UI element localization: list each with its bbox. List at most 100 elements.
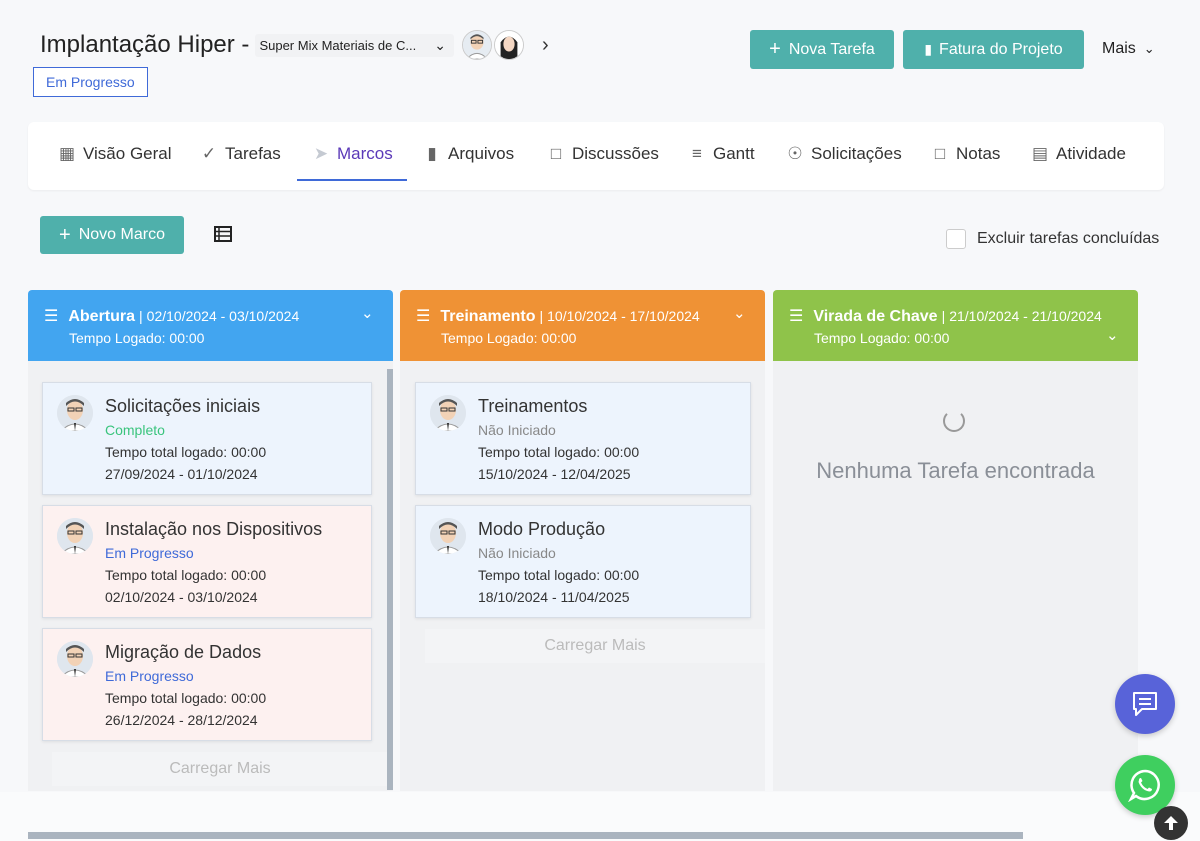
chat-icon: □ xyxy=(550,144,562,163)
task-dates: 15/10/2024 - 12/04/2025 xyxy=(478,466,631,482)
task-dates: 18/10/2024 - 11/04/2025 xyxy=(478,589,630,605)
assignee-avatar xyxy=(430,395,466,431)
project-title: Implantação Hiper - xyxy=(40,31,250,58)
arrow-up-icon xyxy=(1164,816,1178,830)
milestone-task-list: Solicitações iniciais Completo Tempo tot… xyxy=(28,361,393,791)
task-logged-time: Tempo total logado: 00:00 xyxy=(105,444,267,460)
chat-icon xyxy=(1133,692,1157,716)
assignee-avatar xyxy=(57,518,93,554)
chevron-down-icon[interactable]: ⌄ xyxy=(1106,326,1119,344)
chevron-down-icon: ⌄ xyxy=(434,36,446,53)
file-icon: ▮ xyxy=(924,41,933,57)
milestone-header[interactable]: ☰ Virada de Chave | 21/10/2024 - 21/10/2… xyxy=(773,290,1138,361)
milestone-name: Abertura xyxy=(68,308,136,325)
milestone-logged-time: Tempo Logado: 00:00 xyxy=(441,330,577,346)
task-dates: 02/10/2024 - 03/10/2024 xyxy=(105,589,258,605)
milestone-name: Treinamento xyxy=(440,308,536,325)
file-icon: ▮ xyxy=(427,144,437,163)
new-task-button[interactable]: + Nova Tarefa xyxy=(750,30,894,69)
loading-spinner-icon xyxy=(943,410,965,432)
task-title[interactable]: Treinamentos xyxy=(478,396,587,417)
member-avatar[interactable] xyxy=(461,30,492,60)
chevron-right-icon[interactable]: › xyxy=(542,34,549,57)
plus-icon: + xyxy=(59,223,71,246)
chevron-down-icon[interactable]: ⌄ xyxy=(733,304,746,322)
task-title[interactable]: Instalação nos Dispositivos xyxy=(105,519,322,540)
assignee-avatar xyxy=(57,641,93,677)
task-logged-time: Tempo total logado: 00:00 xyxy=(478,444,640,460)
exclude-completed-toggle[interactable]: Excluir tarefas concluídas xyxy=(946,229,1159,249)
drag-handle-icon[interactable]: ☰ xyxy=(44,306,58,326)
chevron-down-icon: ⌄ xyxy=(1143,41,1155,56)
gantt-icon: ≡ xyxy=(692,144,702,163)
milestone-dates: 10/10/2024 - 17/10/2024 xyxy=(547,308,700,324)
grid-icon: ▦ xyxy=(58,144,76,163)
active-tab-indicator xyxy=(297,179,407,181)
load-more-button[interactable]: Carregar Mais xyxy=(425,629,765,663)
task-status: Não Iniciado xyxy=(478,545,556,561)
whatsapp-icon xyxy=(1128,769,1160,802)
task-logged-time: Tempo total logado: 00:00 xyxy=(105,567,267,583)
project-tabs: ▦ Visão Geral ✓ Tarefas ➤ Marcos ▮ Arqui… xyxy=(28,122,1164,190)
scroll-to-top-button[interactable] xyxy=(1154,806,1188,840)
assignee-avatar xyxy=(430,518,466,554)
page: Implantação Hiper - Super Mix Materiais … xyxy=(0,0,1200,841)
drag-handle-icon[interactable]: ☰ xyxy=(789,306,803,326)
tab-milestones[interactable]: ➤ Marcos xyxy=(311,144,393,164)
lifebuoy-icon: ☉ xyxy=(787,144,803,163)
note-icon: □ xyxy=(934,144,946,163)
task-card[interactable]: Migração de Dados Em Progresso Tempo tot… xyxy=(42,628,372,741)
client-selector[interactable]: Super Mix Materiais de C... ⌄ xyxy=(255,33,454,57)
exclude-completed-checkbox[interactable] xyxy=(946,229,966,249)
tab-activity[interactable]: ▤ Atividade xyxy=(1030,144,1126,164)
tab-overview[interactable]: ▦ Visão Geral xyxy=(57,144,172,164)
project-header: Implantação Hiper - Super Mix Materiais … xyxy=(40,30,549,60)
tab-notes[interactable]: □ Notas xyxy=(930,144,1001,164)
assignee-avatar xyxy=(57,395,93,431)
document-icon: ▤ xyxy=(1031,144,1049,163)
chat-button[interactable] xyxy=(1115,674,1175,734)
drag-handle-icon[interactable]: ☰ xyxy=(416,306,430,326)
task-card[interactable]: Modo Produção Não Iniciado Tempo total l… xyxy=(415,505,751,618)
task-title[interactable]: Solicitações iniciais xyxy=(105,396,260,417)
task-status: Não Iniciado xyxy=(478,422,556,438)
plus-icon: + xyxy=(769,38,781,60)
task-title[interactable]: Migração de Dados xyxy=(105,642,261,663)
horizontal-scrollbar[interactable] xyxy=(28,832,1023,839)
list-view-icon[interactable] xyxy=(214,226,232,242)
tab-files[interactable]: ▮ Arquivos xyxy=(422,144,514,164)
task-card[interactable]: Solicitações iniciais Completo Tempo tot… xyxy=(42,382,372,495)
milestone-logged-time: Tempo Logado: 00:00 xyxy=(69,330,205,346)
tab-tasks[interactable]: ✓ Tarefas xyxy=(199,144,281,164)
task-logged-time: Tempo total logado: 00:00 xyxy=(478,567,640,583)
tab-discussions[interactable]: □ Discussões xyxy=(546,144,659,164)
tab-gantt[interactable]: ≡ Gantt xyxy=(687,144,755,164)
rocket-icon: ➤ xyxy=(313,144,329,163)
task-title[interactable]: Modo Produção xyxy=(478,519,605,540)
task-status: Em Progresso xyxy=(105,668,194,684)
chevron-down-icon[interactable]: ⌄ xyxy=(361,304,374,322)
new-milestone-button[interactable]: + Novo Marco xyxy=(40,216,184,254)
empty-state-message: Nenhuma Tarefa encontrada xyxy=(816,458,1095,483)
milestone-task-list: Treinamentos Não Iniciado Tempo total lo… xyxy=(400,361,765,791)
member-avatar[interactable] xyxy=(493,30,524,60)
column-scrollbar[interactable] xyxy=(387,369,393,790)
project-invoice-button[interactable]: ▮ Fatura do Projeto xyxy=(903,30,1084,69)
load-more-button[interactable]: Carregar Mais xyxy=(52,752,388,786)
milestone-header[interactable]: ☰ Treinamento | 10/10/2024 - 17/10/2024 … xyxy=(400,290,765,361)
project-members xyxy=(461,30,526,60)
task-status: Em Progresso xyxy=(105,545,194,561)
task-card[interactable]: Treinamentos Não Iniciado Tempo total lo… xyxy=(415,382,751,495)
task-card[interactable]: Instalação nos Dispositivos Em Progresso… xyxy=(42,505,372,618)
milestone-dates: 21/10/2024 - 21/10/2024 xyxy=(949,308,1102,324)
task-status: Completo xyxy=(105,422,165,438)
project-status-badge: Em Progresso xyxy=(33,67,148,97)
task-dates: 26/12/2024 - 28/12/2024 xyxy=(105,712,258,728)
milestone-header[interactable]: ☰ Abertura | 02/10/2024 - 03/10/2024 Tem… xyxy=(28,290,393,361)
task-dates: 27/09/2024 - 01/10/2024 xyxy=(105,466,258,482)
milestone-dates: 02/10/2024 - 03/10/2024 xyxy=(146,308,300,324)
client-name: Super Mix Materiais de C... xyxy=(259,37,417,53)
more-menu[interactable]: Mais ⌄ xyxy=(1102,40,1155,58)
tab-requests[interactable]: ☉ Solicitações xyxy=(785,144,901,164)
check-circle-icon: ✓ xyxy=(201,144,217,163)
